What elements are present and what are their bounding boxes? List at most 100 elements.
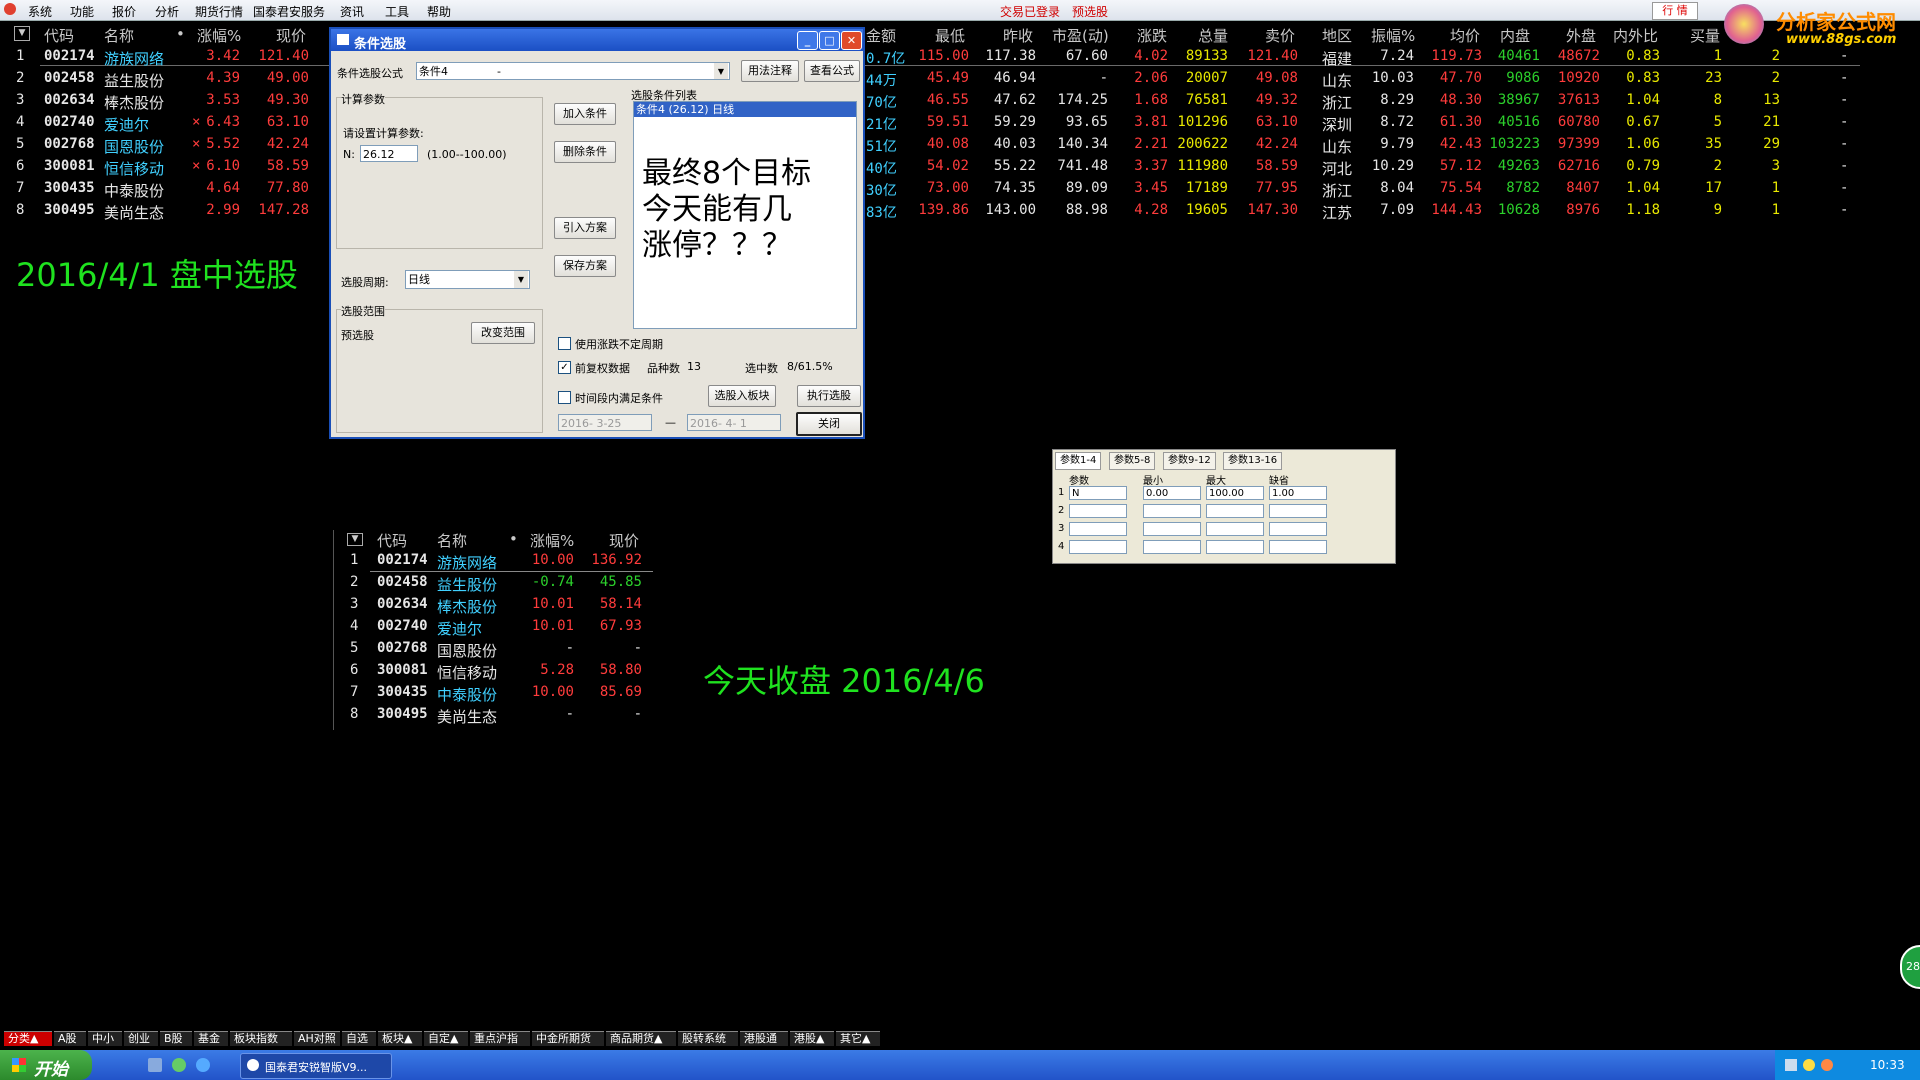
chk-time-range[interactable] bbox=[558, 391, 571, 404]
bottom-tab-8[interactable]: 自选 bbox=[342, 1031, 376, 1046]
col-low[interactable]: 最低 bbox=[935, 25, 965, 46]
save-scheme-button[interactable]: 保存方案 bbox=[554, 255, 616, 277]
menu-system[interactable]: 系统 bbox=[28, 3, 52, 20]
tab-params-13-16[interactable]: 参数13-16 bbox=[1223, 452, 1283, 470]
cell-name[interactable]: 美尚生态 bbox=[104, 202, 164, 223]
maximize-icon[interactable]: □ bbox=[819, 31, 840, 50]
bottom-tab-1[interactable]: A股 bbox=[54, 1031, 86, 1046]
quicklaunch-browser-icon[interactable] bbox=[172, 1058, 186, 1072]
small-cell-code[interactable]: 002458 bbox=[377, 574, 428, 590]
param-def-input[interactable]: 1.00 bbox=[1269, 486, 1327, 500]
taskbar-app-button[interactable]: 国泰君安锐智版V9... bbox=[240, 1053, 392, 1079]
tray-network-icon[interactable] bbox=[1803, 1059, 1815, 1071]
sort-dropdown-icon[interactable]: ▼ bbox=[14, 26, 30, 41]
start-button[interactable]: 开始 bbox=[0, 1050, 92, 1080]
small-cell-name[interactable]: 中泰股份 bbox=[437, 684, 497, 705]
param-max-input[interactable] bbox=[1206, 522, 1264, 536]
small-cell-code[interactable]: 300495 bbox=[377, 706, 428, 722]
delete-condition-button[interactable]: 删除条件 bbox=[554, 141, 616, 163]
small-cell-name[interactable]: 美尚生态 bbox=[437, 706, 497, 727]
quote-button[interactable]: 行 情 bbox=[1652, 2, 1698, 20]
period-select[interactable]: 日线 ▼ bbox=[405, 270, 530, 289]
tray-volume-icon[interactable] bbox=[1821, 1059, 1833, 1071]
bottom-tab-13[interactable]: 商品期货▲ bbox=[606, 1031, 676, 1046]
menu-analysis[interactable]: 分析 bbox=[155, 3, 179, 20]
param-def-input[interactable] bbox=[1269, 504, 1327, 518]
bottom-tab-0[interactable]: 分类▲ bbox=[4, 1031, 52, 1046]
bottom-tab-16[interactable]: 港股▲ bbox=[790, 1031, 834, 1046]
param-name-input[interactable] bbox=[1069, 504, 1127, 518]
scol-price[interactable]: 现价 bbox=[609, 530, 639, 551]
menu-tools[interactable]: 工具 bbox=[385, 3, 409, 20]
bottom-tab-17[interactable]: 其它▲ bbox=[836, 1031, 880, 1046]
param-name-input[interactable] bbox=[1069, 540, 1127, 554]
bottom-tab-15[interactable]: 港股通 bbox=[740, 1031, 788, 1046]
minimize-icon[interactable]: _ bbox=[797, 31, 818, 50]
col-name[interactable]: 名称 bbox=[104, 25, 134, 46]
col-diff[interactable]: 涨跌 bbox=[1137, 25, 1167, 46]
bottom-tab-11[interactable]: 重点沪指 bbox=[470, 1031, 530, 1046]
col-pe[interactable]: 市盈(动) bbox=[1052, 25, 1109, 46]
col-amplitude[interactable]: 振幅% bbox=[1371, 25, 1415, 46]
tray-keyboard-icon[interactable] bbox=[1785, 1059, 1797, 1071]
menu-news[interactable]: 资讯 bbox=[340, 3, 364, 20]
bottom-tab-6[interactable]: 板块指数 bbox=[230, 1031, 292, 1046]
to-block-button[interactable]: 选股入板块 bbox=[708, 385, 776, 407]
tab-params-5-8[interactable]: 参数5-8 bbox=[1109, 452, 1156, 470]
quicklaunch-app-icon[interactable] bbox=[196, 1058, 210, 1072]
small-cell-code[interactable]: 002768 bbox=[377, 640, 428, 656]
small-cell-name[interactable]: 棒杰股份 bbox=[437, 596, 497, 617]
col-prev-close[interactable]: 昨收 bbox=[1003, 25, 1033, 46]
col-ratio[interactable]: 内外比 bbox=[1613, 25, 1658, 46]
tab-params-1-4[interactable]: 参数1-4 bbox=[1055, 452, 1102, 470]
usage-button[interactable]: 用法注释 bbox=[741, 60, 799, 82]
chk-adjusted-data[interactable]: ✓ bbox=[558, 361, 571, 374]
small-cell-code[interactable]: 002740 bbox=[377, 618, 428, 634]
small-sort-icon[interactable]: ▼ bbox=[347, 533, 363, 546]
small-cell-name[interactable]: 游族网络 bbox=[437, 552, 497, 573]
bottom-tab-12[interactable]: 中金所期货 bbox=[532, 1031, 604, 1046]
col-price[interactable]: 现价 bbox=[276, 25, 306, 46]
cell-code[interactable]: 002174 bbox=[44, 48, 95, 64]
bottom-tab-3[interactable]: 创业 bbox=[124, 1031, 158, 1046]
col-region[interactable]: 地区 bbox=[1322, 25, 1352, 46]
side-badge[interactable]: 28 bbox=[1900, 945, 1920, 989]
quicklaunch-ie-icon[interactable] bbox=[148, 1058, 162, 1072]
col-outer[interactable]: 外盘 bbox=[1566, 25, 1596, 46]
small-cell-name[interactable]: 恒信移动 bbox=[437, 662, 497, 683]
param-def-input[interactable] bbox=[1269, 540, 1327, 554]
cell-code[interactable]: 002458 bbox=[44, 70, 95, 86]
param-max-input[interactable]: 100.00 bbox=[1206, 486, 1264, 500]
small-cell-name[interactable]: 益生股份 bbox=[437, 574, 497, 595]
cell-name[interactable]: 爱迪尔 bbox=[104, 114, 149, 135]
small-cell-code[interactable]: 300081 bbox=[377, 662, 428, 678]
menu-quote[interactable]: 报价 bbox=[112, 3, 136, 20]
execute-button[interactable]: 执行选股 bbox=[797, 385, 861, 407]
col-volume[interactable]: 总量 bbox=[1198, 25, 1228, 46]
cell-name[interactable]: 中泰股份 bbox=[104, 180, 164, 201]
bottom-tab-10[interactable]: 自定▲ bbox=[424, 1031, 468, 1046]
cell-code[interactable]: 002740 bbox=[44, 114, 95, 130]
close-button[interactable]: 关闭 bbox=[796, 412, 862, 436]
cell-name[interactable]: 恒信移动 bbox=[104, 158, 164, 179]
scol-code[interactable]: 代码 bbox=[377, 530, 407, 551]
cell-code[interactable]: 300081 bbox=[44, 158, 95, 174]
bottom-tab-5[interactable]: 基金 bbox=[194, 1031, 228, 1046]
view-formula-button[interactable]: 查看公式 bbox=[804, 60, 860, 82]
tab-params-9-12[interactable]: 参数9-12 bbox=[1163, 452, 1216, 470]
col-bid-vol[interactable]: 买量 bbox=[1690, 25, 1720, 46]
cell-name[interactable]: 游族网络 bbox=[104, 48, 164, 69]
import-scheme-button[interactable]: 引入方案 bbox=[554, 217, 616, 239]
col-avg[interactable]: 均价 bbox=[1450, 25, 1480, 46]
param-max-input[interactable] bbox=[1206, 540, 1264, 554]
bottom-tab-2[interactable]: 中小 bbox=[88, 1031, 122, 1046]
param-def-input[interactable] bbox=[1269, 522, 1327, 536]
cell-name[interactable]: 棒杰股份 bbox=[104, 92, 164, 113]
cell-code[interactable]: 300435 bbox=[44, 180, 95, 196]
col-inner[interactable]: 内盘 bbox=[1500, 25, 1530, 46]
date-to-input[interactable]: 2016- 4- 1 bbox=[687, 414, 781, 431]
param-min-input[interactable]: 0.00 bbox=[1143, 486, 1201, 500]
col-amount[interactable]: 金额 bbox=[866, 25, 896, 46]
small-cell-code[interactable]: 300435 bbox=[377, 684, 428, 700]
add-condition-button[interactable]: 加入条件 bbox=[554, 103, 616, 125]
